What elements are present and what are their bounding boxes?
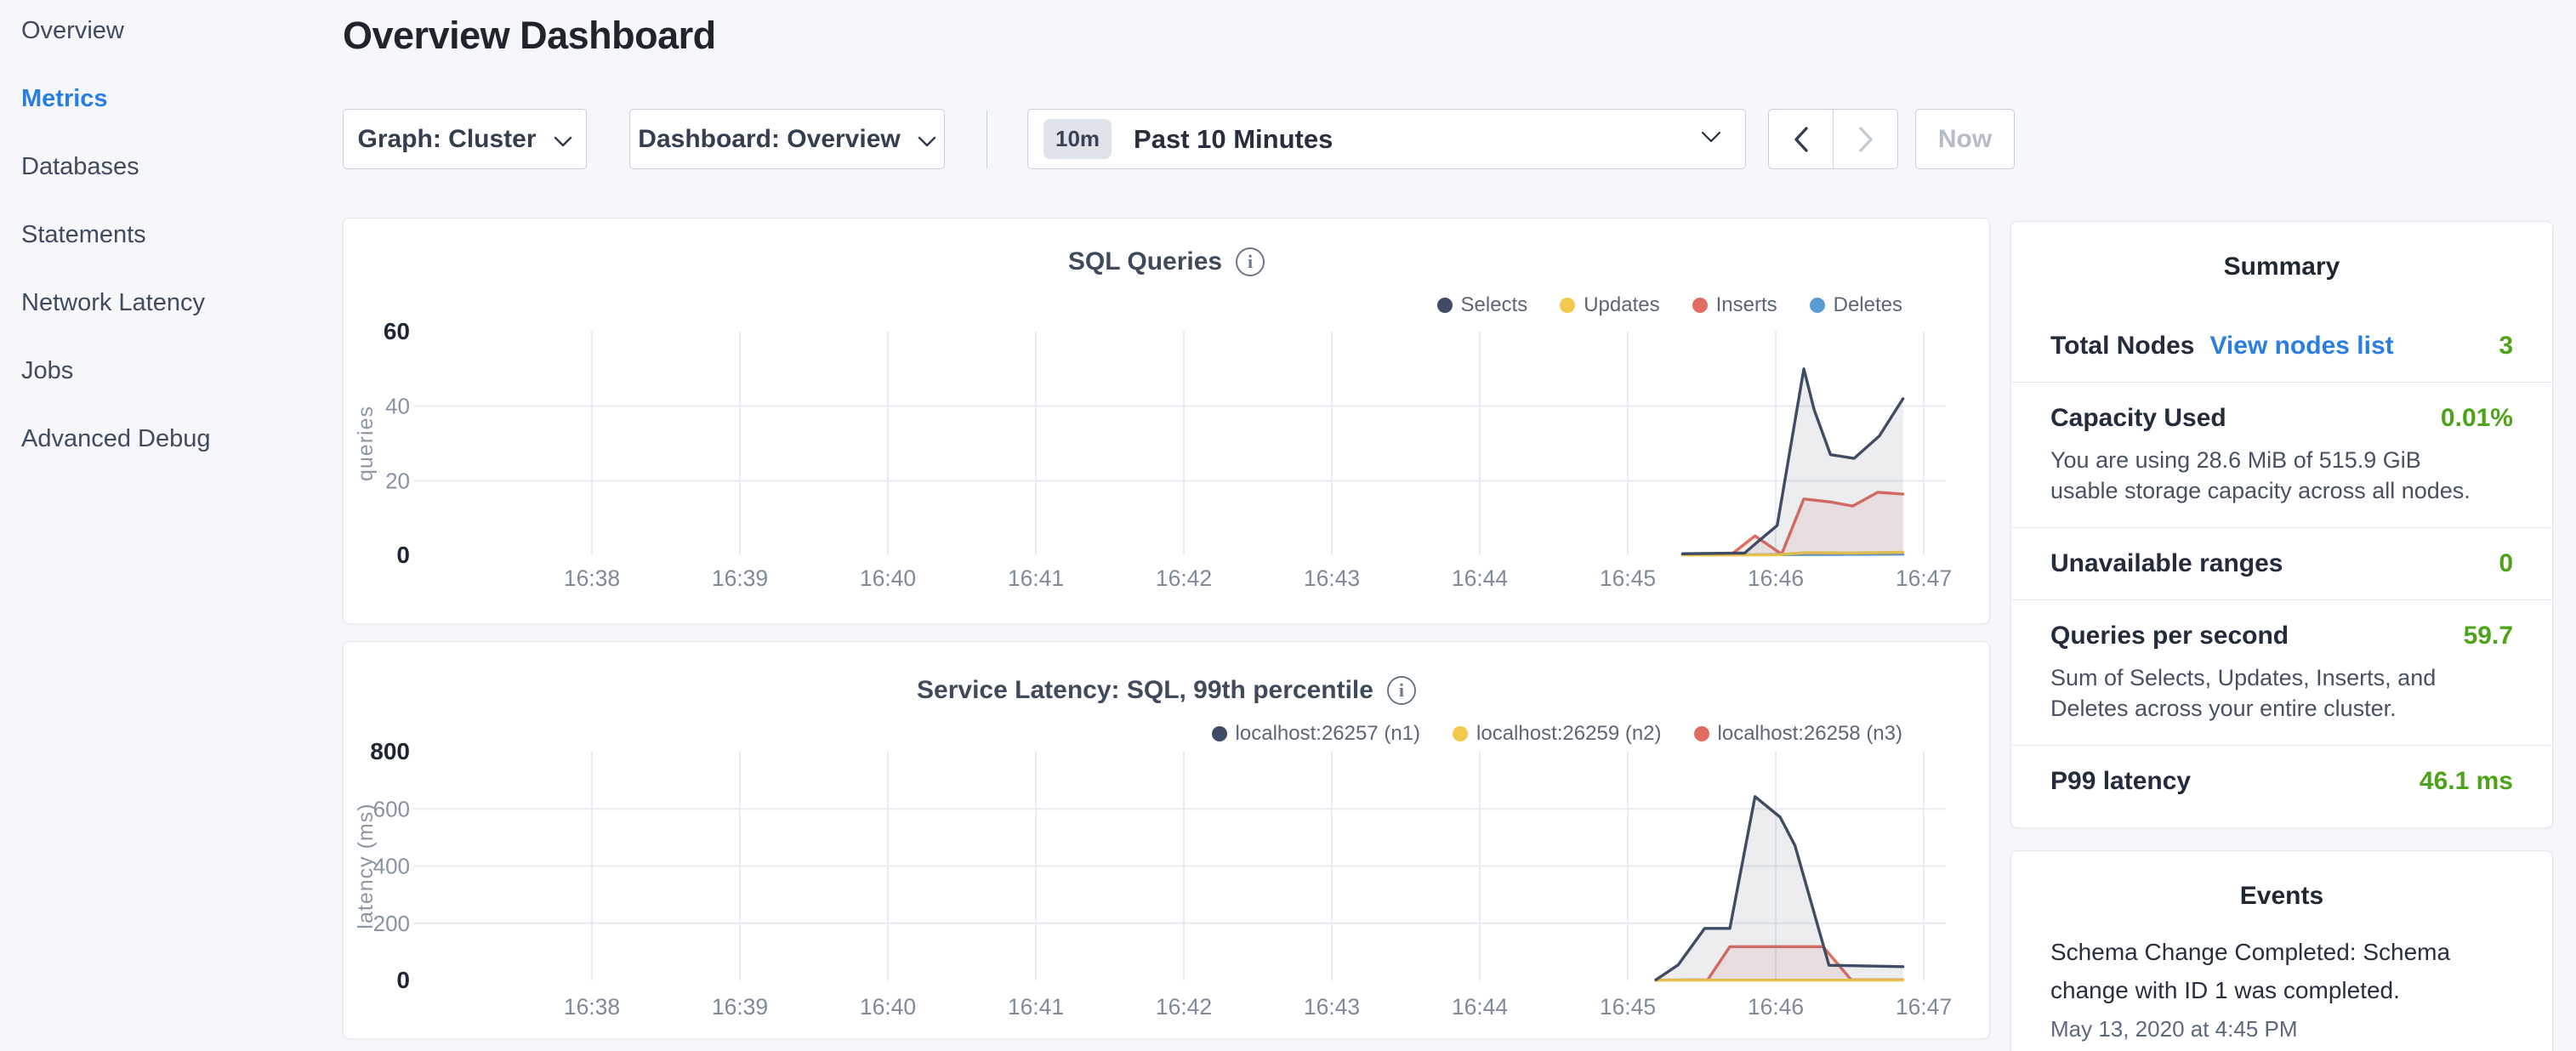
time-range-badge: 10m xyxy=(1043,119,1112,159)
svg-text:600: 600 xyxy=(373,796,410,821)
svg-text:16:43: 16:43 xyxy=(1304,994,1360,1020)
overview-dashboard-page: Overview Metrics Databases Statements Networ… xyxy=(0,0,2576,1051)
svg-text:400: 400 xyxy=(373,854,410,879)
svg-text:latency (ms): latency (ms) xyxy=(354,803,378,929)
svg-text:16:40: 16:40 xyxy=(860,565,916,591)
events-list: Schema Change Completed: Schema change w… xyxy=(2050,933,2513,1042)
graph-dropdown-label: Graph: Cluster xyxy=(357,125,536,154)
event-timestamp: May 13, 2020 at 4:45 PM xyxy=(2050,1016,2513,1042)
svg-text:16:38: 16:38 xyxy=(564,565,620,591)
chevron-left-icon xyxy=(1794,127,1809,152)
svg-text:16:45: 16:45 xyxy=(1600,994,1656,1020)
svg-text:16:38: 16:38 xyxy=(564,994,620,1020)
sql-queries-chart[interactable]: 0 20 40 60 16:38 16:39 16:40 16:41 16:42 16:43 16:… xyxy=(344,219,1991,625)
summary-row-p99-latency: P99 latency 46.1 ms xyxy=(2011,745,2552,817)
chevron-down-icon xyxy=(1701,131,1721,147)
now-button-label: Now xyxy=(1938,125,1992,154)
sidebar-item-advanced-debug[interactable]: Advanced Debug xyxy=(21,425,211,461)
summary-row-total-nodes: Total Nodes View nodes list 3 xyxy=(2011,310,2552,382)
service-latency-chart-card: Service Latency: SQL, 99th percentile i … xyxy=(343,641,1990,1039)
service-latency-chart[interactable]: 0 200 400 600 800 16:38 16:39 16:40 16:41 16:42 16… xyxy=(344,642,1991,1040)
svg-text:16:47: 16:47 xyxy=(1896,994,1952,1020)
summary-row-subtext: Sum of Selects, Updates, Inserts, and De… xyxy=(2050,662,2493,724)
summary-row-value: 0.01% xyxy=(2441,404,2513,433)
time-range-label: Past 10 Minutes xyxy=(1134,124,1333,155)
time-step-forward-button[interactable] xyxy=(1833,110,1897,168)
sidebar-item-statements[interactable]: Statements xyxy=(21,221,146,257)
page-title: Overview Dashboard xyxy=(343,14,716,58)
now-button[interactable]: Now xyxy=(1915,109,2015,169)
svg-text:16:40: 16:40 xyxy=(860,994,916,1020)
svg-text:16:39: 16:39 xyxy=(712,565,768,591)
graph-dropdown[interactable]: Graph: Cluster xyxy=(343,109,587,169)
summary-row-subtext: You are using 28.6 MiB of 515.9 GiB usab… xyxy=(2050,445,2493,506)
summary-row-value: 3 xyxy=(2499,332,2513,361)
sidebar-item-metrics[interactable]: Metrics xyxy=(21,85,108,121)
sidebar-item-databases[interactable]: Databases xyxy=(21,153,139,189)
svg-text:0: 0 xyxy=(396,967,410,993)
svg-text:800: 800 xyxy=(370,738,410,764)
svg-text:queries: queries xyxy=(354,406,378,481)
svg-text:16:39: 16:39 xyxy=(712,994,768,1020)
time-step-buttons xyxy=(1768,109,1898,169)
svg-text:16:41: 16:41 xyxy=(1008,565,1064,591)
summary-row-value: 59.7 xyxy=(2464,622,2513,650)
svg-text:20: 20 xyxy=(385,468,410,493)
summary-row-label: Queries per second xyxy=(2050,622,2289,650)
svg-text:60: 60 xyxy=(384,318,410,344)
svg-text:40: 40 xyxy=(385,394,410,419)
summary-row-value: 0 xyxy=(2499,549,2513,578)
summary-row-queries-per-second: Queries per second 59.7 Sum of Selects, Up… xyxy=(2011,599,2552,745)
summary-row-unavailable-ranges: Unavailable ranges 0 xyxy=(2011,527,2552,599)
chevron-down-icon xyxy=(918,125,936,154)
svg-text:200: 200 xyxy=(373,911,410,936)
svg-text:16:46: 16:46 xyxy=(1748,994,1804,1020)
summary-row-label: P99 latency xyxy=(2050,767,2191,796)
events-panel: Events Schema Change Completed: Schema c… xyxy=(2010,850,2553,1051)
chevron-right-icon xyxy=(1858,127,1874,152)
view-nodes-list-link[interactable]: View nodes list xyxy=(2209,332,2393,361)
svg-text:16:47: 16:47 xyxy=(1896,565,1952,591)
sidebar-item-overview[interactable]: Overview xyxy=(21,17,124,53)
chevron-down-icon xyxy=(554,125,572,154)
svg-text:16:45: 16:45 xyxy=(1600,565,1656,591)
dashboard-dropdown[interactable]: Dashboard: Overview xyxy=(629,109,945,169)
summary-title: Summary xyxy=(2011,253,2552,281)
dashboard-dropdown-label: Dashboard: Overview xyxy=(638,125,900,154)
event-item[interactable]: Schema Change Completed: Schema change w… xyxy=(2050,933,2513,1042)
event-text: Schema Change Completed: Schema change w… xyxy=(2050,933,2513,1009)
summary-rows: Total Nodes View nodes list 3 Capacity Used… xyxy=(2011,310,2552,817)
svg-text:16:44: 16:44 xyxy=(1452,565,1508,591)
svg-text:16:44: 16:44 xyxy=(1452,994,1508,1020)
svg-text:0: 0 xyxy=(396,542,410,568)
summary-panel: Summary Total Nodes View nodes list 3 Capac… xyxy=(2010,221,2553,828)
svg-text:16:43: 16:43 xyxy=(1304,565,1360,591)
sidebar-nav: Overview Metrics Databases Statements Networ… xyxy=(0,0,340,1051)
summary-row-capacity-used: Capacity Used 0.01% You are using 28.6 MiB… xyxy=(2011,382,2552,527)
sidebar-item-jobs[interactable]: Jobs xyxy=(21,357,73,393)
svg-text:16:42: 16:42 xyxy=(1156,565,1212,591)
summary-row-label: Total Nodes xyxy=(2050,332,2194,361)
svg-text:16:46: 16:46 xyxy=(1748,565,1804,591)
svg-text:16:41: 16:41 xyxy=(1008,994,1064,1020)
sidebar-item-network-latency[interactable]: Network Latency xyxy=(21,289,205,325)
summary-row-value: 46.1 ms xyxy=(2420,767,2513,796)
time-step-back-button[interactable] xyxy=(1769,110,1833,168)
time-range-selector[interactable]: 10m Past 10 Minutes xyxy=(1027,109,1746,169)
summary-row-label: Unavailable ranges xyxy=(2050,549,2283,578)
summary-row-label: Capacity Used xyxy=(2050,404,2226,433)
events-title: Events xyxy=(2011,882,2552,911)
svg-text:16:42: 16:42 xyxy=(1156,994,1212,1020)
sql-queries-chart-card: SQL Queries i SelectsUpdatesInsertsDelet… xyxy=(343,218,1990,624)
